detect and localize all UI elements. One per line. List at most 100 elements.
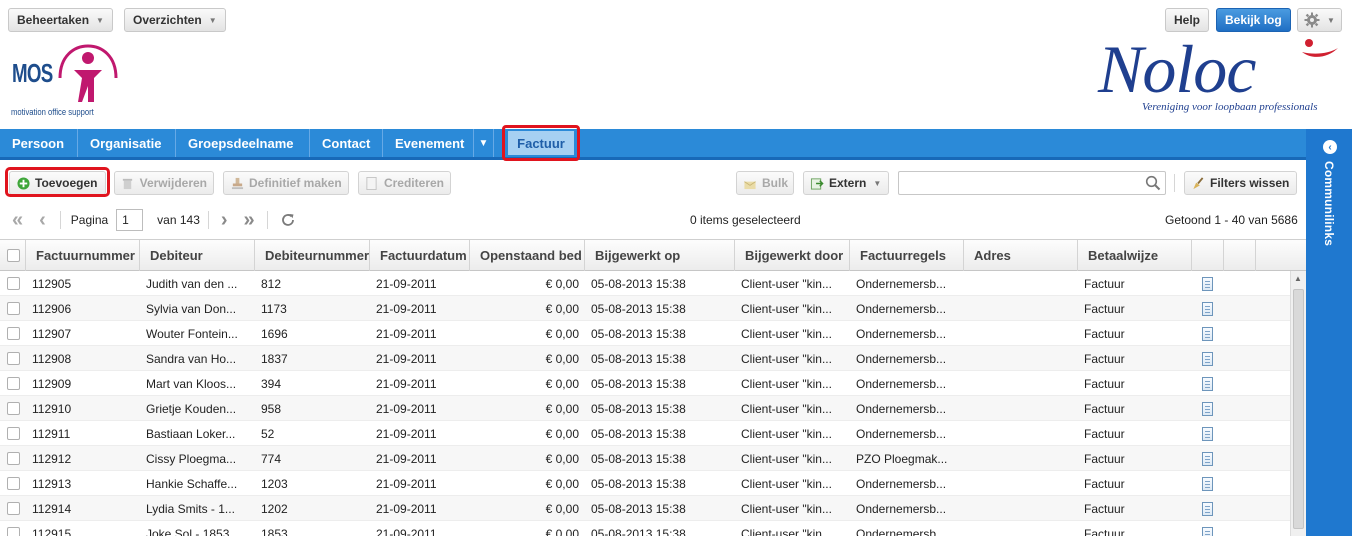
nav-item-evenement[interactable]: Evenement bbox=[383, 129, 474, 157]
overzichten-menu[interactable]: Overzichten ▼ bbox=[124, 8, 226, 32]
column-header-betaalwijze[interactable]: Betaalwijze bbox=[1078, 240, 1192, 271]
cell-debiteurnummer: 1837 bbox=[261, 351, 288, 366]
first-page-icon[interactable]: « bbox=[12, 209, 23, 232]
select-all-checkbox[interactable] bbox=[7, 249, 20, 262]
pagina-label: Pagina bbox=[70, 213, 109, 227]
cell-betaalwijze: Factuur bbox=[1084, 426, 1125, 441]
cell-factuurregels: Ondernemersb... bbox=[856, 301, 947, 316]
invoice-document-icon[interactable] bbox=[1202, 321, 1218, 346]
previous-page-icon[interactable]: ‹ bbox=[39, 209, 46, 232]
column-header-debiteur[interactable]: Debiteur bbox=[140, 240, 255, 271]
cell-betaalwijze: Factuur bbox=[1084, 451, 1125, 466]
cell-openstaand: € 0,00 bbox=[545, 301, 579, 316]
filters-wissen-button[interactable]: Filters wissen bbox=[1184, 171, 1297, 195]
crediteren-button[interactable]: Crediteren bbox=[358, 171, 451, 195]
table-row[interactable]: 112914 Lydia Smits - 1... 1202 21-09-2011 € … bbox=[0, 496, 1290, 521]
column-header-factuurregels[interactable]: Factuurregels bbox=[850, 240, 964, 271]
search-field[interactable] bbox=[898, 171, 1166, 195]
last-page-icon[interactable]: » bbox=[244, 209, 255, 232]
nav-item-persoon[interactable]: Persoon bbox=[0, 129, 78, 157]
cell-factuurdatum: 21-09-2011 bbox=[376, 451, 437, 466]
row-checkbox[interactable] bbox=[7, 427, 20, 440]
row-checkbox-cell[interactable] bbox=[7, 471, 23, 496]
row-checkbox-cell[interactable] bbox=[7, 446, 23, 471]
row-checkbox[interactable] bbox=[7, 352, 20, 365]
invoice-document-icon[interactable] bbox=[1202, 396, 1218, 421]
next-page-icon[interactable]: › bbox=[221, 209, 228, 232]
column-header-adres[interactable]: Adres bbox=[964, 240, 1078, 271]
column-header-debiteurnummer[interactable]: Debiteurnummer bbox=[255, 240, 370, 271]
nav-item-factuur[interactable]: Factuur bbox=[502, 125, 580, 161]
help-button[interactable]: Help bbox=[1165, 8, 1210, 32]
scrollbar-thumb[interactable] bbox=[1293, 289, 1304, 529]
row-checkbox-cell[interactable] bbox=[7, 271, 23, 296]
row-checkbox-cell[interactable] bbox=[7, 396, 23, 421]
row-checkbox-cell[interactable] bbox=[7, 371, 23, 396]
invoice-document-icon[interactable] bbox=[1202, 296, 1218, 321]
bulk-button[interactable]: Bulk bbox=[736, 171, 794, 195]
row-checkbox[interactable] bbox=[7, 327, 20, 340]
bekijk-log-button[interactable]: Bekijk log bbox=[1216, 8, 1291, 32]
nav-item-organisatie[interactable]: Organisatie bbox=[78, 129, 176, 157]
row-checkbox[interactable] bbox=[7, 527, 20, 536]
row-checkbox-cell[interactable] bbox=[7, 321, 23, 346]
communilinks-label: Communilinks bbox=[1322, 161, 1336, 247]
row-checkbox[interactable] bbox=[7, 477, 20, 490]
chevron-left-icon[interactable]: ‹ bbox=[1323, 140, 1337, 154]
extern-menu[interactable]: Extern ▼ bbox=[803, 171, 889, 195]
row-checkbox[interactable] bbox=[7, 277, 20, 290]
column-header-factuurdatum[interactable]: Factuurdatum bbox=[370, 240, 470, 271]
table-row[interactable]: 112911 Bastiaan Loker... 52 21-09-2011 € 0,0… bbox=[0, 421, 1290, 446]
noloc-logo-text: Noloc bbox=[1098, 31, 1256, 107]
broom-icon bbox=[1191, 176, 1205, 190]
evenement-dropdown-icon[interactable]: ▼ bbox=[474, 129, 494, 157]
table-row[interactable]: 112905 Judith van den ... 812 21-09-2011 € 0… bbox=[0, 271, 1290, 296]
row-checkbox[interactable] bbox=[7, 402, 20, 415]
page-number-value: 1 bbox=[122, 213, 129, 227]
table-row[interactable]: 112915 Joke Sol - 1853 1853 21-09-2011 € 0,0… bbox=[0, 521, 1290, 536]
row-checkbox-cell[interactable] bbox=[7, 346, 23, 371]
table-row[interactable]: 112910 Grietje Kouden... 958 21-09-2011 € 0,… bbox=[0, 396, 1290, 421]
column-header-bijgewerkt-op[interactable]: Bijgewerkt op bbox=[585, 240, 735, 271]
invoice-document-icon[interactable] bbox=[1202, 421, 1218, 446]
invoice-document-icon[interactable] bbox=[1202, 346, 1218, 371]
table-row[interactable]: 112909 Mart van Kloos... 394 21-09-2011 € 0,… bbox=[0, 371, 1290, 396]
refresh-icon[interactable] bbox=[280, 212, 296, 228]
page-number-input[interactable]: 1 bbox=[116, 209, 144, 231]
cell-openstaand: € 0,00 bbox=[545, 276, 579, 291]
settings-menu[interactable]: ▼ bbox=[1297, 8, 1342, 32]
scroll-up-icon[interactable]: ▲ bbox=[1294, 274, 1302, 283]
invoice-document-icon[interactable] bbox=[1202, 471, 1218, 496]
table-row[interactable]: 112913 Hankie Schaffe... 1203 21-09-2011 € 0… bbox=[0, 471, 1290, 496]
communilinks-panel[interactable]: ‹ Communilinks bbox=[1306, 129, 1352, 536]
invoice-document-icon[interactable] bbox=[1202, 496, 1218, 521]
row-checkbox-cell[interactable] bbox=[7, 421, 23, 446]
column-header-bijgewerkt-door[interactable]: Bijgewerkt door bbox=[735, 240, 850, 271]
row-checkbox-cell[interactable] bbox=[7, 521, 23, 536]
row-checkbox[interactable] bbox=[7, 302, 20, 315]
search-icon[interactable] bbox=[1145, 175, 1161, 191]
vertical-scrollbar[interactable]: ▲ bbox=[1290, 271, 1306, 536]
table-row[interactable]: 112906 Sylvia van Don... 1173 21-09-2011 € 0… bbox=[0, 296, 1290, 321]
invoice-document-icon[interactable] bbox=[1202, 271, 1218, 296]
cell-bijgewerkt-op: 05-08-2013 15:38 bbox=[591, 276, 686, 291]
definitief-maken-button[interactable]: Definitief maken bbox=[223, 171, 349, 195]
verwijderen-button[interactable]: Verwijderen bbox=[114, 171, 214, 195]
table-row[interactable]: 112907 Wouter Fontein... 1696 21-09-2011 € 0… bbox=[0, 321, 1290, 346]
nav-item-contact[interactable]: Contact bbox=[310, 129, 383, 157]
invoice-document-icon[interactable] bbox=[1202, 521, 1218, 536]
row-checkbox[interactable] bbox=[7, 502, 20, 515]
invoice-document-icon[interactable] bbox=[1202, 446, 1218, 471]
row-checkbox-cell[interactable] bbox=[7, 296, 23, 321]
table-row[interactable]: 112912 Cissy Ploegma... 774 21-09-2011 € 0,0… bbox=[0, 446, 1290, 471]
table-row[interactable]: 112908 Sandra van Ho... 1837 21-09-2011 € 0,… bbox=[0, 346, 1290, 371]
row-checkbox[interactable] bbox=[7, 452, 20, 465]
row-checkbox[interactable] bbox=[7, 377, 20, 390]
beheertaken-menu[interactable]: Beheertaken ▼ bbox=[8, 8, 113, 32]
column-header-openstaand[interactable]: Openstaand bed bbox=[470, 240, 585, 271]
column-header-factuurnummer[interactable]: Factuurnummer bbox=[26, 240, 140, 271]
row-checkbox-cell[interactable] bbox=[7, 496, 23, 521]
invoice-document-icon[interactable] bbox=[1202, 371, 1218, 396]
nav-item-groepsdeelname[interactable]: Groepsdeelname bbox=[176, 129, 310, 157]
select-all-cell[interactable] bbox=[0, 240, 26, 271]
